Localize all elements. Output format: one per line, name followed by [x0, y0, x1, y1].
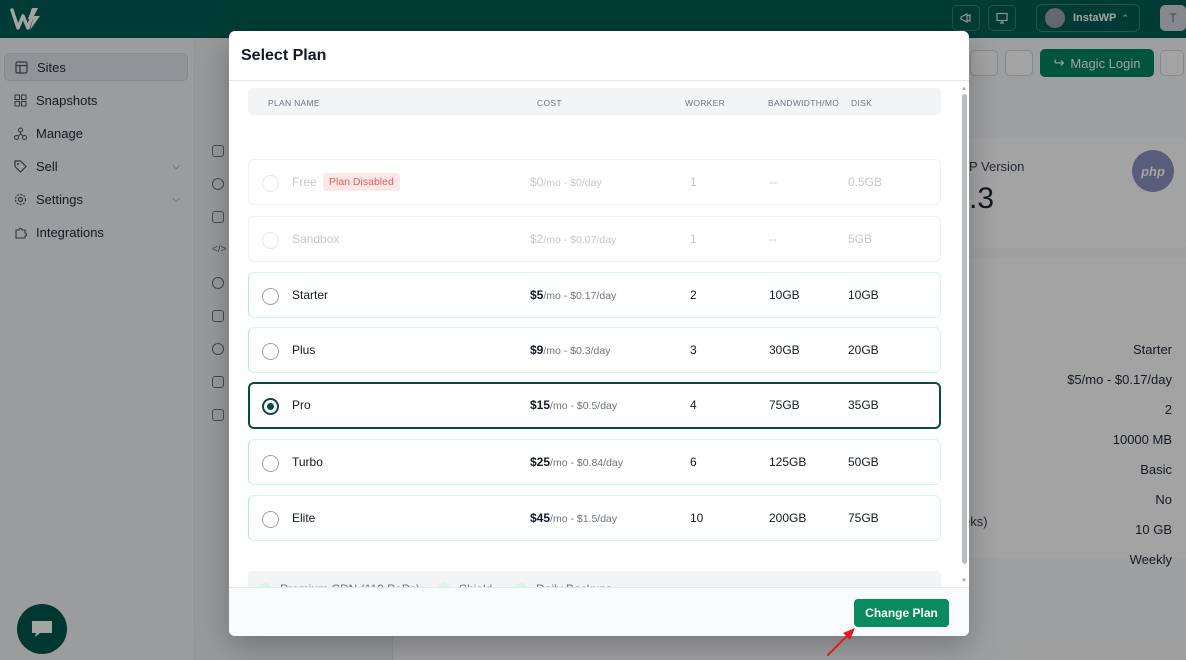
plan-price: $15 [530, 398, 551, 412]
plan-name: Pro [292, 398, 311, 412]
plan-price-suffix: /mo - $0/day [543, 177, 602, 189]
plan-bandwidth: -- [769, 175, 777, 189]
plan-price: $2 [530, 232, 544, 246]
plan-radio[interactable] [262, 455, 279, 472]
scroll-up-arrow-icon[interactable]: ▲ [961, 86, 967, 92]
plan-worker: 4 [690, 398, 697, 412]
col-cost: COST [537, 98, 562, 108]
scrollbar-thumb[interactable] [962, 94, 967, 564]
plan-radio[interactable] [262, 511, 279, 528]
plan-worker: 2 [690, 288, 697, 302]
plan-name: Plus [292, 343, 316, 357]
col-worker: WORKER [685, 98, 726, 108]
plan-disk: 75GB [848, 511, 879, 525]
modal-title: Select Plan [241, 47, 327, 64]
plan-price: $45 [530, 511, 551, 525]
plan-disk: 5GB [848, 232, 873, 246]
modal-scrollbar[interactable]: ▲ ▼ [961, 86, 967, 586]
plan-radio[interactable] [262, 343, 279, 360]
plan-radio [262, 175, 279, 192]
change-plan-button[interactable]: Change Plan [854, 599, 949, 627]
plan-row-elite[interactable]: Elite $45/mo - $1.5/day 10 200GB 75GB [248, 495, 941, 541]
red-pointer-arrow-icon [827, 628, 855, 656]
plan-worker: 3 [690, 343, 697, 357]
plan-price-suffix: /mo - $0.07/day [543, 234, 617, 246]
plan-row-starter[interactable]: Starter $5/mo - $0.17/day 2 10GB 10GB [248, 272, 941, 318]
col-bandwidth: BANDWIDTH/MO [768, 98, 840, 108]
plan-row-turbo[interactable]: Turbo $25/mo - $0.84/day 6 125GB 50GB [248, 439, 941, 485]
plan-list: PLAN NAME COST WORKER BANDWIDTH/MO DISK … [229, 82, 969, 607]
plan-worker: 10 [690, 511, 704, 525]
plan-worker: 1 [690, 175, 697, 189]
plan-disk: 0.5GB [848, 175, 883, 189]
plan-name: Turbo [292, 455, 323, 469]
plan-row-sandbox: Sandbox $2/mo - $0.07/day 1 -- 5GB [248, 216, 941, 262]
col-disk: DISK [851, 98, 873, 108]
plan-worker: 6 [690, 455, 697, 469]
plan-name: Starter [292, 288, 329, 302]
plan-price: $25 [530, 455, 551, 469]
plan-bandwidth: 10GB [769, 288, 800, 302]
plan-price: $9 [530, 343, 544, 357]
plan-disk: 10GB [848, 288, 879, 302]
plan-price: $0 [530, 175, 544, 189]
plan-bandwidth: 75GB [769, 398, 800, 412]
plan-radio-selected[interactable] [262, 398, 279, 415]
plan-price-suffix: /mo - $1.5/day [550, 513, 618, 525]
plan-bandwidth: 125GB [769, 455, 807, 469]
plan-name: Elite [292, 511, 316, 525]
plan-price-suffix: /mo - $0.84/day [550, 457, 623, 469]
plan-worker: 1 [690, 232, 697, 246]
plan-disk: 20GB [848, 343, 879, 357]
plan-disabled-badge: Plan Disabled [323, 173, 400, 191]
plan-table-header: PLAN NAME COST WORKER BANDWIDTH/MO DISK [248, 88, 941, 115]
plan-row-free: Free Plan Disabled $0/mo - $0/day 1 -- 0… [248, 159, 941, 205]
plan-name: Sandbox [292, 232, 340, 246]
select-plan-modal: Select Plan PLAN NAME COST WORKER BANDWI… [229, 31, 969, 636]
plan-price: $5 [530, 288, 544, 302]
plan-radio [262, 232, 279, 249]
plan-row-plus[interactable]: Plus $9/mo - $0.3/day 3 30GB 20GB [248, 327, 941, 373]
plan-bandwidth: -- [769, 232, 777, 246]
plan-disk: 50GB [848, 455, 879, 469]
modal-header: Select Plan [229, 31, 969, 81]
col-plan-name: PLAN NAME [268, 98, 320, 108]
plan-price-suffix: /mo - $0.5/day [550, 400, 618, 412]
plan-bandwidth: 200GB [769, 511, 807, 525]
plan-price-suffix: /mo - $0.3/day [543, 345, 611, 357]
plan-disk: 35GB [848, 398, 879, 412]
plan-row-pro[interactable]: Pro $15/mo - $0.5/day 4 75GB 35GB [248, 382, 941, 429]
plan-bandwidth: 30GB [769, 343, 800, 357]
scroll-down-arrow-icon[interactable]: ▼ [961, 578, 967, 584]
plan-price-suffix: /mo - $0.17/day [543, 290, 617, 302]
plan-name: Free [292, 175, 317, 189]
plan-radio[interactable] [262, 288, 279, 305]
